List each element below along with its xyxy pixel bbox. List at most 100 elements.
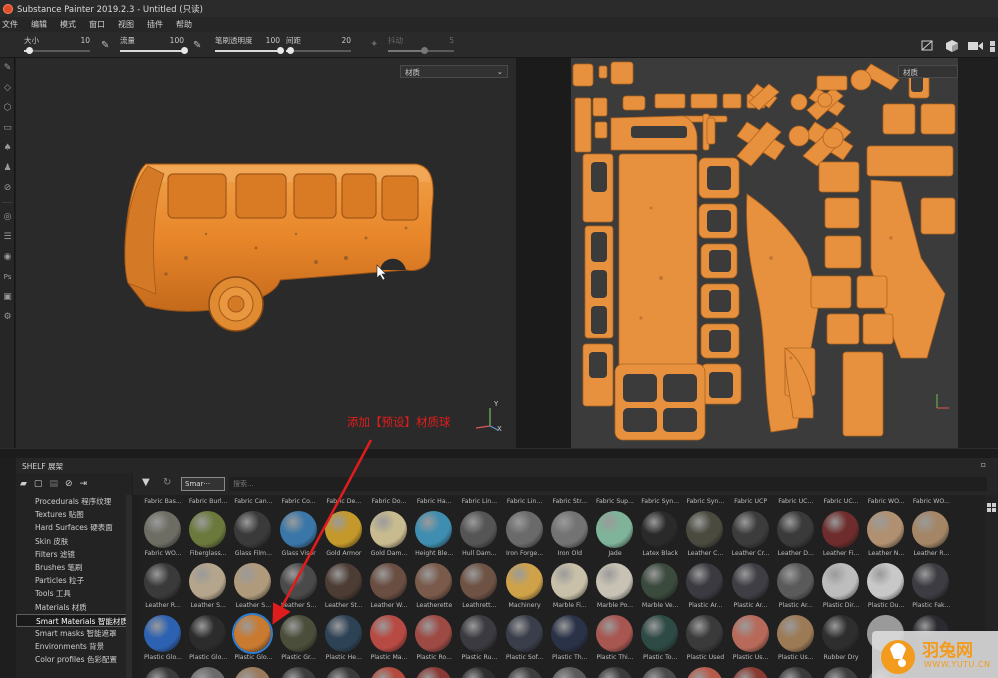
material-ball[interactable] (731, 511, 769, 548)
uv-view-toggle-icon[interactable] (921, 40, 933, 51)
flow-value[interactable]: 100 (170, 36, 184, 45)
material-ball[interactable] (596, 667, 633, 678)
jitter-value[interactable]: 5 (449, 36, 454, 45)
shelf-category-item[interactable]: Procedurals 程序纹理 (16, 495, 132, 508)
material-ball[interactable] (686, 563, 724, 600)
material-ball[interactable] (279, 563, 317, 600)
material-ball[interactable] (460, 563, 498, 600)
material-ball[interactable] (189, 511, 227, 548)
material-ball[interactable] (867, 511, 905, 548)
hide-icon[interactable]: ⊘ (65, 479, 73, 489)
material-ball[interactable] (867, 563, 905, 600)
material-ball[interactable] (324, 667, 362, 678)
material-ball[interactable] (460, 511, 498, 548)
material-ball[interactable] (550, 511, 588, 548)
material-ball[interactable] (822, 511, 859, 548)
menu-window[interactable]: 窗口 (89, 19, 105, 30)
material-ball[interactable] (731, 615, 769, 652)
material-ball[interactable] (776, 667, 814, 678)
material-ball[interactable] (776, 563, 814, 600)
grid-view-icon[interactable] (985, 495, 998, 515)
material-ball[interactable] (505, 563, 543, 600)
shelf-category-item[interactable]: Hard Surfaces 硬表面 (16, 521, 132, 534)
material-ball[interactable] (641, 667, 679, 678)
flow-slider[interactable]: 流量 100 (120, 34, 188, 56)
shelf-category-item[interactable]: Textures 贴图 (16, 508, 132, 521)
jitter-slider-handle[interactable] (421, 47, 429, 54)
material-ball[interactable] (641, 563, 679, 600)
photoshop-export-icon[interactable]: Ps (0, 267, 15, 287)
viewport-2d-uv[interactable]: 材质 (571, 58, 958, 448)
category-scrollbar[interactable] (126, 495, 132, 678)
viewport-3d-channel-dropdown[interactable]: 材质 ⌄ (400, 65, 508, 78)
material-ball[interactable] (822, 667, 859, 678)
material-ball[interactable] (460, 615, 498, 652)
shelf-category-item[interactable]: Smart masks 智能遮罩 (16, 627, 132, 640)
shelf-category-item[interactable]: Skin 皮肤 (16, 535, 132, 548)
material-ball[interactable] (234, 563, 272, 600)
projection-tool-icon[interactable]: ⬡ (0, 98, 15, 118)
maximize-panel-icon[interactable]: ▫ (981, 460, 986, 469)
material-ball[interactable] (144, 667, 181, 678)
material-ball[interactable] (370, 511, 407, 548)
brush-opacity-value[interactable]: 100 (266, 36, 280, 45)
shelf-category-item[interactable]: Materials 材质 (16, 601, 132, 614)
flow-slider-handle[interactable] (181, 47, 188, 54)
menu-plugins[interactable]: 插件 (147, 19, 163, 30)
material-ball[interactable] (641, 615, 679, 652)
material-ball[interactable] (324, 511, 362, 548)
size-slider[interactable]: 大小 10 (24, 34, 90, 56)
filter-chip-smart-materials[interactable]: Smar··· (181, 477, 225, 491)
material-ball[interactable] (912, 511, 950, 548)
camera-icon[interactable] (968, 42, 983, 50)
material-ball[interactable] (324, 563, 362, 600)
uv-texture-layout[interactable] (571, 58, 958, 448)
material-ball[interactable] (189, 563, 227, 600)
material-ball[interactable] (731, 563, 769, 600)
settings-grid-icon[interactable] (990, 41, 995, 52)
3d-cube-icon[interactable] (946, 40, 958, 52)
material-ball[interactable] (415, 511, 453, 548)
material-ball[interactable] (686, 615, 724, 652)
menu-view[interactable]: 视图 (118, 19, 134, 30)
material-ball[interactable] (234, 667, 272, 678)
shelf-category-item[interactable]: Environments 背景 (16, 640, 132, 653)
filter-funnel-icon[interactable]: ▼ (142, 477, 150, 488)
material-ball[interactable] (731, 667, 769, 678)
material-ball[interactable] (370, 667, 407, 678)
bake-tool-icon[interactable]: ◎ (0, 207, 15, 227)
jitter-slider[interactable]: 抖动 5 (388, 34, 454, 56)
material-ball[interactable] (460, 667, 498, 678)
material-ball[interactable] (505, 615, 543, 652)
material-ball[interactable] (370, 563, 407, 600)
material-ball[interactable] (550, 563, 588, 600)
material-ball[interactable] (822, 615, 859, 652)
save-icon[interactable]: ▤ (49, 479, 58, 489)
material-ball[interactable] (234, 615, 272, 652)
material-ball[interactable] (822, 563, 859, 600)
material-ball[interactable] (189, 615, 227, 652)
viewport-2d-channel-dropdown[interactable]: 材质 (898, 65, 958, 78)
size-slider-handle[interactable] (26, 47, 34, 54)
material-ball[interactable] (415, 667, 453, 678)
layers-panel-icon[interactable]: ☰ (0, 227, 15, 247)
spacing-slider-handle[interactable] (286, 47, 294, 54)
material-ball[interactable] (596, 563, 633, 600)
material-ball[interactable] (505, 511, 543, 548)
shelf-category-item[interactable]: Tools 工具 (16, 587, 132, 600)
menu-mode[interactable]: 模式 (60, 19, 76, 30)
material-ball[interactable] (641, 511, 679, 548)
shelf-search-input[interactable]: 搜索... (229, 477, 987, 491)
eraser-tool-icon[interactable]: ◇ (0, 78, 15, 98)
menu-file[interactable]: 文件 (2, 19, 18, 30)
panel-splitter[interactable] (0, 448, 998, 458)
viewport-3d[interactable]: Y X 材质 ⌄ (16, 58, 516, 448)
paint-brush-tool-icon[interactable]: ✎ (0, 58, 15, 78)
new-shelf-icon[interactable]: ▢ (34, 479, 43, 489)
material-ball[interactable] (279, 615, 317, 652)
shelf-category-item[interactable]: Smart Materials 智能材质 (16, 613, 132, 627)
bus-3d-model[interactable]: Y X (16, 58, 516, 448)
folder-icon[interactable]: ▰ (20, 479, 27, 489)
spacing-value[interactable]: 20 (341, 36, 351, 45)
shelf-category-item[interactable]: Brushes 笔刷 (16, 561, 132, 574)
